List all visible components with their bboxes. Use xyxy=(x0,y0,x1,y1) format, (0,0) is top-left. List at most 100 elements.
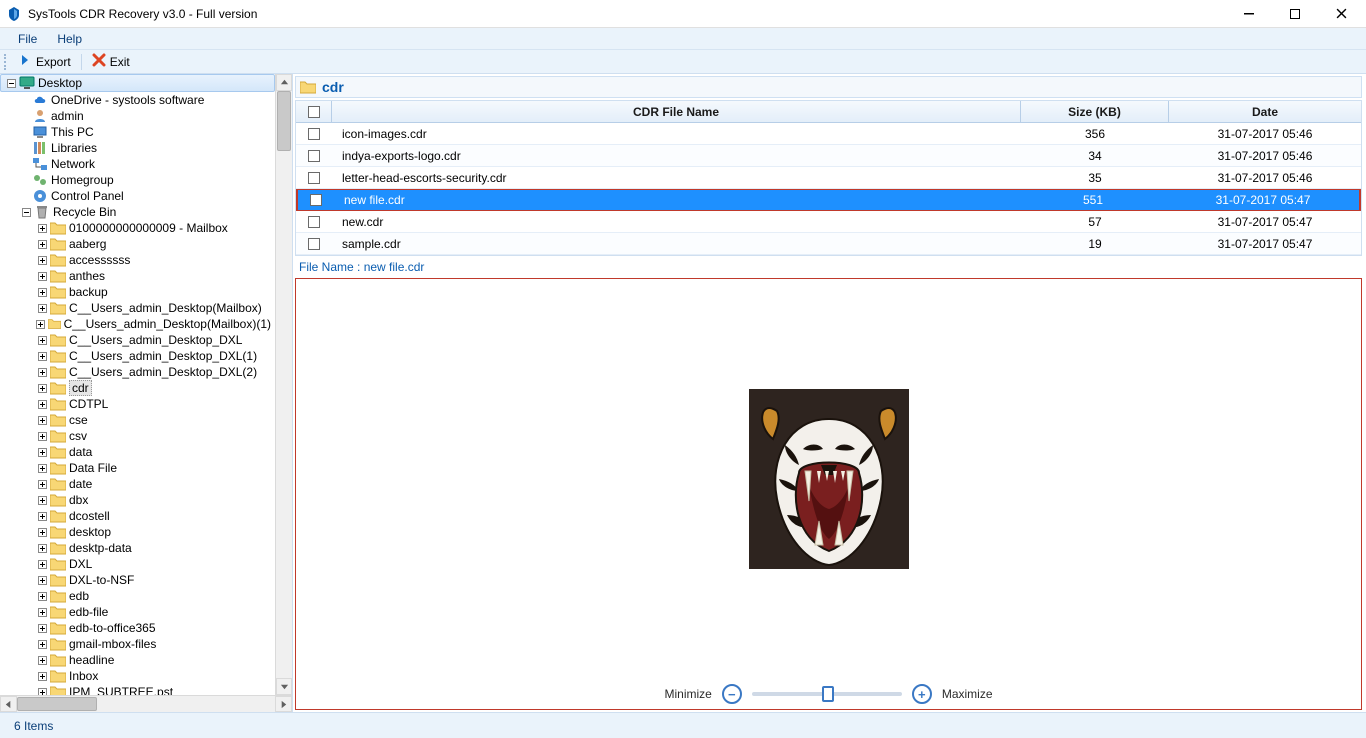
table-row[interactable]: icon-images.cdr35631-07-2017 05:46 xyxy=(296,123,1361,145)
tree-expander-icon[interactable] xyxy=(36,526,48,538)
close-button[interactable] xyxy=(1318,0,1364,28)
zoom-in-button[interactable]: + xyxy=(912,684,932,704)
table-row[interactable]: sample.cdr1931-07-2017 05:47 xyxy=(296,233,1361,255)
tree-expander-icon[interactable] xyxy=(36,414,48,426)
tree-item-gmail-mbox-files[interactable]: gmail-mbox-files xyxy=(0,636,275,652)
row-checkbox[interactable] xyxy=(296,172,332,184)
exit-button[interactable]: Exit xyxy=(86,51,136,72)
tree-expander-icon[interactable] xyxy=(36,254,48,266)
tree-expander-icon[interactable] xyxy=(20,206,32,218)
tree-expander-icon[interactable] xyxy=(36,654,48,666)
tree-expander-icon[interactable] xyxy=(36,574,48,586)
row-checkbox[interactable] xyxy=(296,238,332,250)
tree-expander-icon[interactable] xyxy=(36,670,48,682)
scroll-thumb[interactable] xyxy=(277,91,291,151)
tree-expander-icon[interactable] xyxy=(36,318,46,330)
zoom-slider[interactable] xyxy=(752,692,902,696)
tree-expander-icon[interactable] xyxy=(36,686,48,695)
tree-item-edb-to-office365[interactable]: edb-to-office365 xyxy=(0,620,275,636)
tree-item-dcostell[interactable]: dcostell xyxy=(0,508,275,524)
tree-expander-icon[interactable] xyxy=(36,606,48,618)
row-checkbox[interactable] xyxy=(298,194,334,206)
scroll-up-icon[interactable] xyxy=(276,74,292,91)
tree-item-homegroup[interactable]: Homegroup xyxy=(0,172,275,188)
tree-item-cdr[interactable]: cdr xyxy=(0,380,275,396)
tree-item-c-users-admin-desktop-dxl-2-[interactable]: C__Users_admin_Desktop_DXL(2) xyxy=(0,364,275,380)
tree-item-csv[interactable]: csv xyxy=(0,428,275,444)
tree-item-cse[interactable]: cse xyxy=(0,412,275,428)
tree-item-c-users-admin-desktop-dxl[interactable]: C__Users_admin_Desktop_DXL xyxy=(0,332,275,348)
tree-item-aaberg[interactable]: aaberg xyxy=(0,236,275,252)
tree-expander-icon[interactable] xyxy=(36,302,48,314)
export-button[interactable]: Export xyxy=(12,51,77,72)
tree-item-anthes[interactable]: anthes xyxy=(0,268,275,284)
tree-expander-icon[interactable] xyxy=(36,382,48,394)
tree-item-c-users-admin-desktop-mailbox-1-[interactable]: C__Users_admin_Desktop(Mailbox)(1) xyxy=(0,316,275,332)
maximize-button[interactable] xyxy=(1272,0,1318,28)
grid-header-size[interactable]: Size (KB) xyxy=(1021,101,1169,122)
tree-expander-icon[interactable] xyxy=(36,398,48,410)
tree-item-desktp-data[interactable]: desktp-data xyxy=(0,540,275,556)
table-row[interactable]: letter-head-escorts-security.cdr3531-07-… xyxy=(296,167,1361,189)
row-checkbox[interactable] xyxy=(296,150,332,162)
row-checkbox[interactable] xyxy=(296,216,332,228)
tree-item-c-users-admin-desktop-dxl-1-[interactable]: C__Users_admin_Desktop_DXL(1) xyxy=(0,348,275,364)
grid-header-name[interactable]: CDR File Name xyxy=(332,101,1021,122)
tree-expander-icon[interactable] xyxy=(36,510,48,522)
tree-hscrollbar[interactable] xyxy=(0,695,292,712)
tree-item-ipm-subtree-pst[interactable]: IPM_SUBTREE.pst xyxy=(0,684,275,695)
tree-vscrollbar[interactable] xyxy=(275,74,292,695)
tree-item-edb-file[interactable]: edb-file xyxy=(0,604,275,620)
tree-scroll[interactable]: DesktopOneDrive - systools softwareadmin… xyxy=(0,74,275,695)
tree-item-this-pc[interactable]: This PC xyxy=(0,124,275,140)
tree-expander-icon[interactable] xyxy=(36,270,48,282)
tree-item-control-panel[interactable]: Control Panel xyxy=(0,188,275,204)
tree-expander-icon[interactable] xyxy=(36,478,48,490)
tree-item-desktop[interactable]: desktop xyxy=(0,524,275,540)
tree-expander-icon[interactable] xyxy=(36,222,48,234)
tree-expander-icon[interactable] xyxy=(36,622,48,634)
tree-item-data[interactable]: data xyxy=(0,444,275,460)
grid-header-checkbox[interactable] xyxy=(296,101,332,122)
tree-expander-icon[interactable] xyxy=(36,446,48,458)
tree-item-data-file[interactable]: Data File xyxy=(0,460,275,476)
table-row[interactable]: new file.cdr55131-07-2017 05:47 xyxy=(296,189,1361,211)
tree-item-dxl[interactable]: DXL xyxy=(0,556,275,572)
tree-item-cdtpl[interactable]: CDTPL xyxy=(0,396,275,412)
tree-expander-icon[interactable] xyxy=(36,286,48,298)
tree-expander-icon[interactable] xyxy=(36,638,48,650)
tree-item-dxl-to-nsf[interactable]: DXL-to-NSF xyxy=(0,572,275,588)
scroll-left-icon[interactable] xyxy=(0,696,17,712)
tree-expander-icon[interactable] xyxy=(5,77,17,89)
tree-root-desktop[interactable]: Desktop xyxy=(0,74,275,92)
scroll-thumb[interactable] xyxy=(17,697,97,711)
tree-item-recycle-bin[interactable]: Recycle Bin xyxy=(0,204,275,220)
menu-help[interactable]: Help xyxy=(47,30,92,48)
tree-item-network[interactable]: Network xyxy=(0,156,275,172)
tree-item-dbx[interactable]: dbx xyxy=(0,492,275,508)
tree-expander-icon[interactable] xyxy=(36,430,48,442)
tree-item-accessssss[interactable]: accessssss xyxy=(0,252,275,268)
tree-item-inbox[interactable]: Inbox xyxy=(0,668,275,684)
row-checkbox[interactable] xyxy=(296,128,332,140)
tree-expander-icon[interactable] xyxy=(36,590,48,602)
zoom-out-button[interactable]: − xyxy=(722,684,742,704)
tree-item-date[interactable]: date xyxy=(0,476,275,492)
tree-item-admin[interactable]: admin xyxy=(0,108,275,124)
tree-item-libraries[interactable]: Libraries xyxy=(0,140,275,156)
tree-expander-icon[interactable] xyxy=(36,558,48,570)
scroll-down-icon[interactable] xyxy=(276,678,292,695)
tree-expander-icon[interactable] xyxy=(36,366,48,378)
tree-item-0100000000000009-mailbox[interactable]: 0100000000000009 - Mailbox xyxy=(0,220,275,236)
tree-expander-icon[interactable] xyxy=(36,462,48,474)
minimize-button[interactable] xyxy=(1226,0,1272,28)
tree-expander-icon[interactable] xyxy=(36,494,48,506)
menu-file[interactable]: File xyxy=(8,30,47,48)
scroll-right-icon[interactable] xyxy=(275,696,292,712)
table-row[interactable]: new.cdr5731-07-2017 05:47 xyxy=(296,211,1361,233)
tree-expander-icon[interactable] xyxy=(36,542,48,554)
tree-item-c-users-admin-desktop-mailbox-[interactable]: C__Users_admin_Desktop(Mailbox) xyxy=(0,300,275,316)
tree-item-backup[interactable]: backup xyxy=(0,284,275,300)
grid-header-date[interactable]: Date xyxy=(1169,101,1361,122)
zoom-slider-thumb[interactable] xyxy=(822,686,834,702)
